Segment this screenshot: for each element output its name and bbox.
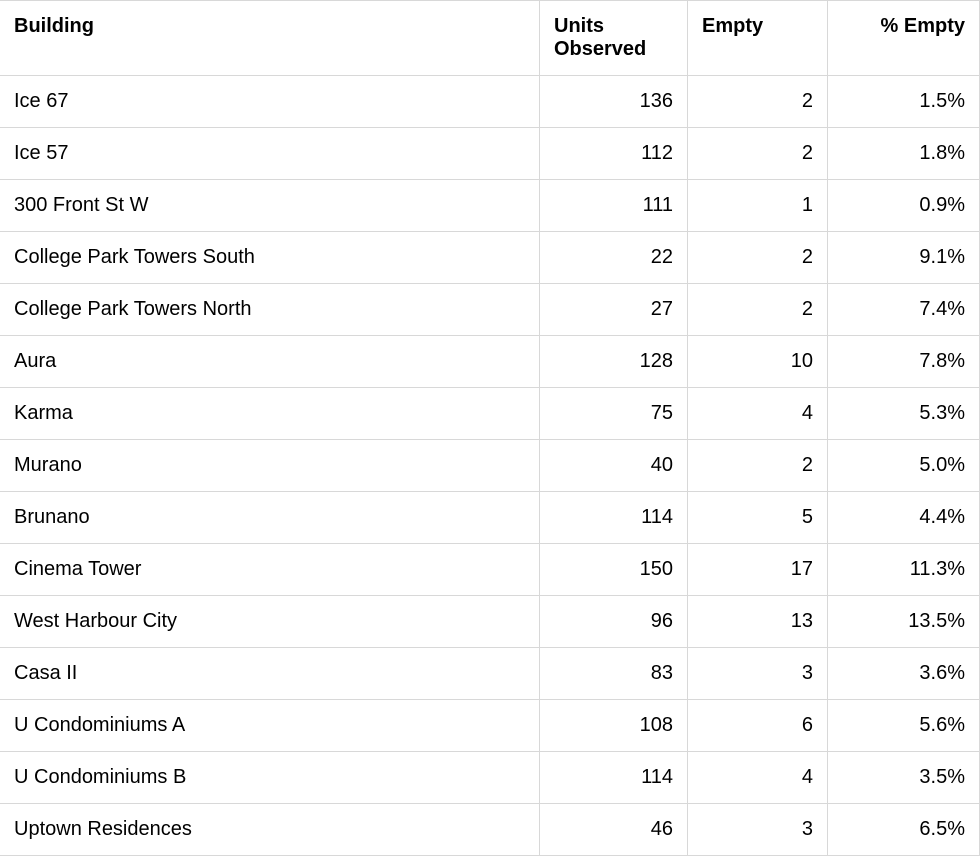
table-row: U Condominiums B 114 4 3.5%	[0, 752, 980, 804]
table-row: College Park Towers South 22 2 9.1%	[0, 232, 980, 284]
cell-pct: 7.8%	[828, 336, 980, 388]
cell-units: 40	[540, 440, 688, 492]
cell-building: Uptown Residences	[0, 804, 540, 856]
cell-units: 75	[540, 388, 688, 440]
cell-building: Ice 57	[0, 128, 540, 180]
buildings-table: Building Units Observed Empty % Empty Ic…	[0, 0, 980, 856]
cell-pct: 3.5%	[828, 752, 980, 804]
cell-units: 114	[540, 492, 688, 544]
cell-empty: 2	[688, 440, 828, 492]
cell-empty: 2	[688, 128, 828, 180]
cell-building: Brunano	[0, 492, 540, 544]
col-header-building: Building	[0, 1, 540, 76]
table-row: Aura 128 10 7.8%	[0, 336, 980, 388]
cell-pct: 5.0%	[828, 440, 980, 492]
cell-building: 300 Front St W	[0, 180, 540, 232]
cell-units: 22	[540, 232, 688, 284]
cell-units: 27	[540, 284, 688, 336]
table-row: Casa II 83 3 3.6%	[0, 648, 980, 700]
cell-empty: 4	[688, 388, 828, 440]
table-row: 300 Front St W 111 1 0.9%	[0, 180, 980, 232]
cell-pct: 5.6%	[828, 700, 980, 752]
cell-building: Ice 67	[0, 76, 540, 128]
cell-empty: 2	[688, 284, 828, 336]
cell-empty: 3	[688, 648, 828, 700]
cell-empty: 3	[688, 804, 828, 856]
cell-pct: 4.4%	[828, 492, 980, 544]
cell-units: 111	[540, 180, 688, 232]
cell-building: Karma	[0, 388, 540, 440]
cell-units: 108	[540, 700, 688, 752]
cell-empty: 2	[688, 76, 828, 128]
table-row: College Park Towers North 27 2 7.4%	[0, 284, 980, 336]
cell-units: 83	[540, 648, 688, 700]
cell-pct: 3.6%	[828, 648, 980, 700]
cell-pct: 6.5%	[828, 804, 980, 856]
cell-building: U Condominiums B	[0, 752, 540, 804]
cell-pct: 0.9%	[828, 180, 980, 232]
cell-building: West Harbour City	[0, 596, 540, 648]
col-header-units: Units Observed	[540, 1, 688, 76]
cell-empty: 2	[688, 232, 828, 284]
cell-building: Aura	[0, 336, 540, 388]
table-row: Murano 40 2 5.0%	[0, 440, 980, 492]
cell-building: Casa II	[0, 648, 540, 700]
cell-units: 128	[540, 336, 688, 388]
cell-units: 112	[540, 128, 688, 180]
cell-units: 96	[540, 596, 688, 648]
cell-building: College Park Towers South	[0, 232, 540, 284]
table-row: West Harbour City 96 13 13.5%	[0, 596, 980, 648]
table-row: Karma 75 4 5.3%	[0, 388, 980, 440]
table-row: Cinema Tower 150 17 11.3%	[0, 544, 980, 596]
cell-empty: 13	[688, 596, 828, 648]
cell-pct: 13.5%	[828, 596, 980, 648]
cell-empty: 17	[688, 544, 828, 596]
table-row: Ice 67 136 2 1.5%	[0, 76, 980, 128]
cell-pct: 7.4%	[828, 284, 980, 336]
cell-building: Cinema Tower	[0, 544, 540, 596]
cell-units: 150	[540, 544, 688, 596]
cell-empty: 1	[688, 180, 828, 232]
col-header-empty: Empty	[688, 1, 828, 76]
cell-building: Murano	[0, 440, 540, 492]
cell-pct: 5.3%	[828, 388, 980, 440]
cell-units: 136	[540, 76, 688, 128]
cell-building: U Condominiums A	[0, 700, 540, 752]
cell-empty: 10	[688, 336, 828, 388]
table-header-row: Building Units Observed Empty % Empty	[0, 1, 980, 76]
cell-building: College Park Towers North	[0, 284, 540, 336]
cell-empty: 5	[688, 492, 828, 544]
table-row: Brunano 114 5 4.4%	[0, 492, 980, 544]
table-row: Uptown Residences 46 3 6.5%	[0, 804, 980, 856]
table-row: U Condominiums A 108 6 5.6%	[0, 700, 980, 752]
cell-units: 114	[540, 752, 688, 804]
cell-empty: 6	[688, 700, 828, 752]
cell-pct: 11.3%	[828, 544, 980, 596]
cell-units: 46	[540, 804, 688, 856]
cell-empty: 4	[688, 752, 828, 804]
cell-pct: 1.8%	[828, 128, 980, 180]
table-row: Ice 57 112 2 1.8%	[0, 128, 980, 180]
cell-pct: 1.5%	[828, 76, 980, 128]
cell-pct: 9.1%	[828, 232, 980, 284]
col-header-pct: % Empty	[828, 1, 980, 76]
